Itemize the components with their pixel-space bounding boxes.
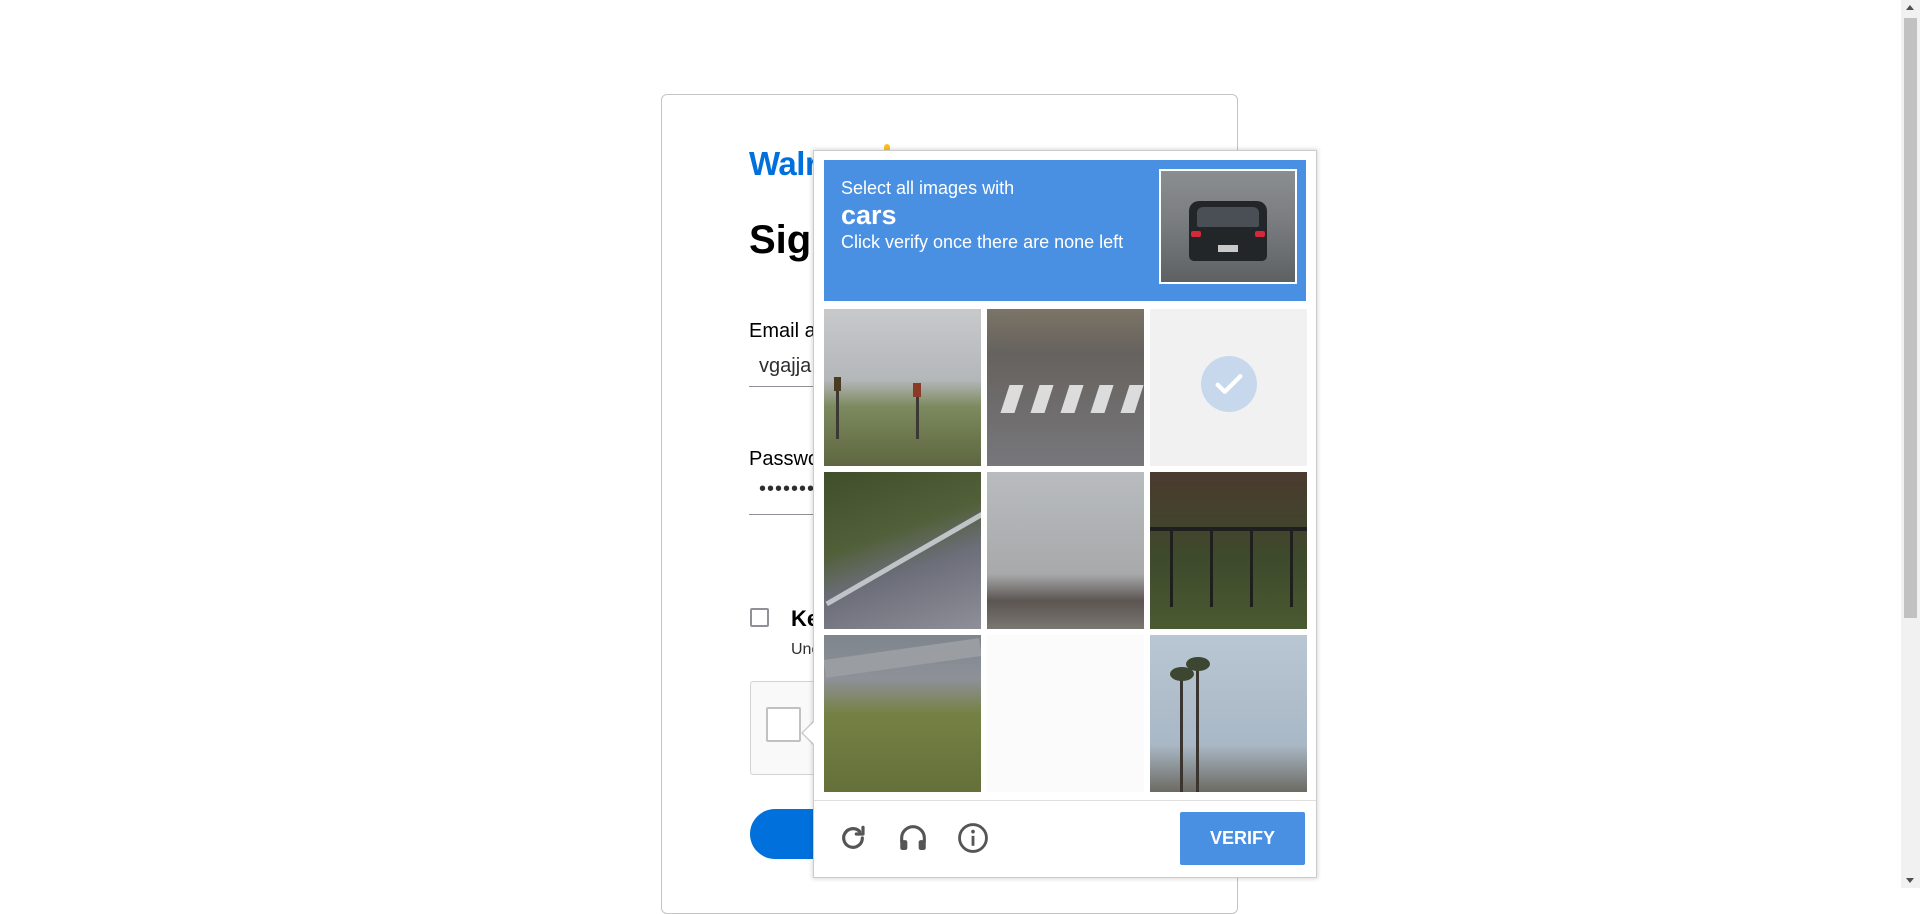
scroll-up-icon[interactable] [1906, 5, 1914, 10]
challenge-tile[interactable] [824, 309, 981, 466]
headphones-icon[interactable] [893, 818, 933, 858]
challenge-tile[interactable] [824, 472, 981, 629]
challenge-tile[interactable] [987, 472, 1144, 629]
sample-car-image [1159, 169, 1297, 284]
car-plate [1218, 245, 1238, 252]
password-field[interactable]: ••••••• [759, 478, 815, 501]
prompt-instruction: Select all images with [841, 178, 1015, 198]
walmart-logo: Walr [749, 145, 818, 182]
scroll-down-icon[interactable] [1906, 878, 1914, 883]
car-window [1197, 207, 1259, 227]
password-label: Passwo [749, 448, 820, 470]
page-scrollbar[interactable] [1901, 0, 1920, 888]
challenge-tile[interactable] [824, 635, 981, 792]
challenge-tile[interactable] [1150, 472, 1307, 629]
reload-icon[interactable] [833, 818, 873, 858]
info-icon[interactable] [953, 818, 993, 858]
challenge-tile[interactable] [1150, 635, 1307, 792]
car-taillight-right [1255, 231, 1265, 237]
challenge-tile[interactable] [987, 309, 1144, 466]
email-label: Email a [749, 320, 816, 342]
scrollbar-thumb[interactable] [1904, 18, 1917, 618]
prompt-hint: Click verify once there are none left [841, 232, 1124, 252]
recaptcha-checkbox[interactable] [766, 707, 801, 742]
challenge-footer-divider [814, 800, 1316, 801]
email-field[interactable]: vgajja [759, 355, 811, 378]
verify-button[interactable]: VERIFY [1180, 812, 1305, 865]
car-taillight-left [1191, 231, 1201, 237]
keep-signed-in-checkbox[interactable] [750, 608, 769, 627]
challenge-tile[interactable] [987, 635, 1144, 792]
prompt-target: cars [841, 200, 897, 230]
challenge-pointer-inner [803, 722, 814, 744]
selected-check-icon [1201, 356, 1257, 412]
